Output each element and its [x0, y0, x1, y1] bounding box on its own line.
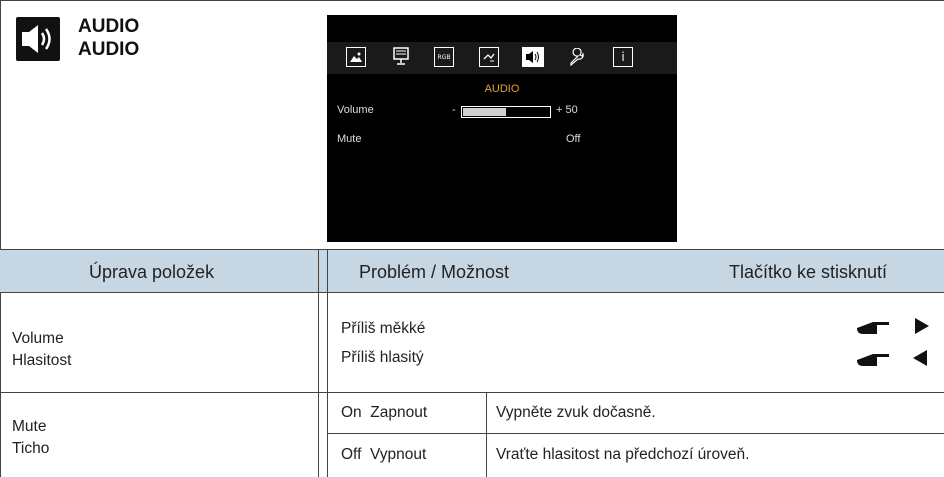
header-problem: Problém / Možnost	[359, 262, 510, 282]
osd-icon-bar: RGB i	[327, 42, 677, 74]
divider	[486, 392, 487, 477]
mute-on-option: On Zapnout	[341, 404, 428, 421]
divider	[0, 392, 944, 393]
rgb-icon: RGB	[434, 47, 454, 67]
volume-option-soft: Příliš měkké	[341, 320, 426, 337]
mute-on-description: Vypněte zvuk dočasně.	[496, 404, 656, 421]
osd-volume-bar	[461, 106, 551, 118]
divider	[318, 250, 319, 477]
input-icon	[479, 47, 499, 67]
osd-volume-fill	[463, 108, 506, 116]
volume-label-en: Volume	[12, 330, 64, 347]
arrow-left-icon	[911, 348, 931, 373]
osd-volume-minus: -	[452, 104, 456, 116]
frame-top	[0, 0, 944, 1]
page-subtitle: AUDIO	[78, 39, 140, 60]
pointing-hand-icon	[855, 348, 893, 375]
mute-off-option: Off Vypnout	[341, 446, 427, 463]
divider	[327, 433, 944, 434]
picture-icon	[346, 47, 366, 67]
divider	[0, 249, 944, 250]
pointing-hand-icon	[855, 316, 893, 343]
osd-mute-value: Off	[566, 133, 581, 145]
volume-label-cs: Hlasitost	[12, 352, 72, 369]
volume-option-loud: Příliš hlasitý	[341, 349, 424, 366]
speaker-icon	[16, 17, 60, 61]
header-item: Úprava položek	[89, 262, 215, 282]
osd-volume-value: + 50	[556, 104, 578, 116]
frame-left	[0, 0, 1, 477]
osd-volume-label: Volume	[337, 104, 374, 116]
arrow-right-icon	[911, 316, 931, 341]
page-title: AUDIO	[78, 16, 140, 37]
wrench-icon	[567, 47, 587, 67]
divider	[0, 292, 944, 293]
osd-section-title: AUDIO	[484, 83, 520, 95]
osd-mute-label: Mute	[337, 133, 362, 145]
info-icon: i	[613, 47, 633, 67]
display-icon	[391, 47, 411, 67]
mute-label-en: Mute	[12, 418, 47, 435]
mute-off-description: Vraťte hlasitost na předchozí úroveň.	[496, 446, 750, 463]
header-button: Tlačítko ke stisknutí	[729, 262, 888, 282]
audio-icon	[522, 47, 544, 67]
mute-label-cs: Ticho	[12, 440, 50, 457]
divider	[327, 250, 328, 477]
